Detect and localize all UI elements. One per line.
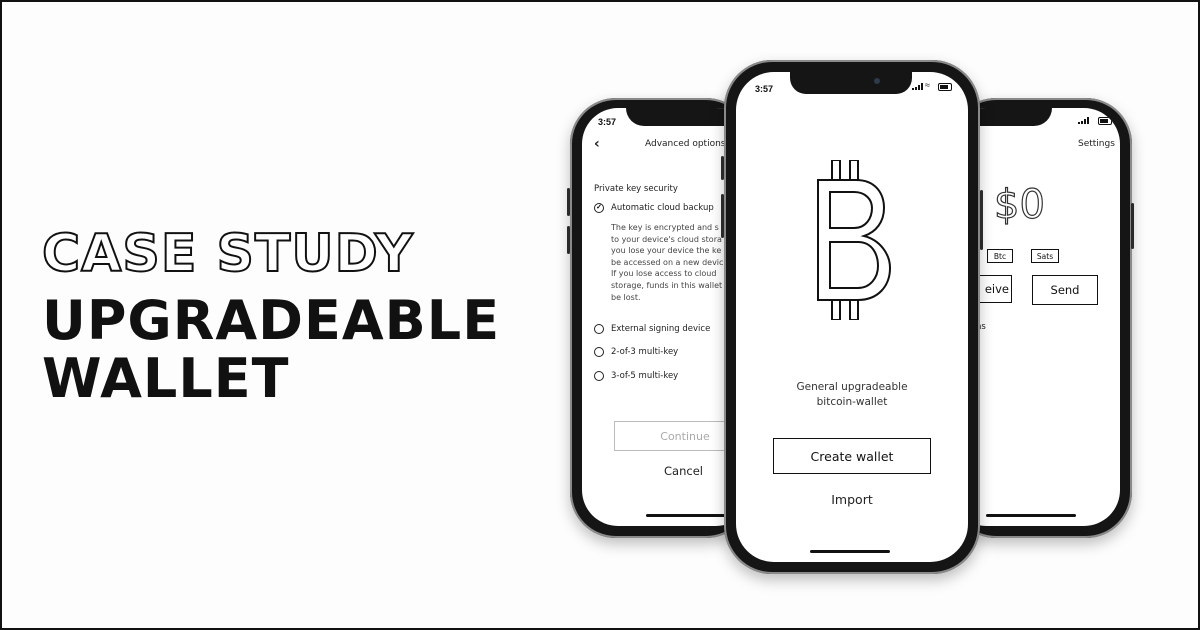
title-line-2: WALLET <box>42 347 290 410</box>
signal-icon <box>912 83 923 90</box>
section-label: Private key security <box>594 184 678 194</box>
radio-icon[interactable] <box>594 371 604 381</box>
option-label[interactable]: External signing device <box>611 324 710 334</box>
phone-side-button <box>980 190 983 250</box>
title-line-1: UPGRADEABLE <box>42 289 501 352</box>
option-label[interactable]: 2-of-3 multi-key <box>611 347 678 357</box>
battery-icon <box>1098 117 1112 125</box>
phone-side-button <box>567 226 570 254</box>
wifi-icon: ≈ <box>925 80 930 90</box>
phone-welcome: 3:57 ≈ General upgradeable bitcoin-walle… <box>721 60 983 574</box>
status-time: 3:57 <box>598 117 617 127</box>
send-button[interactable]: Send <box>1032 275 1098 305</box>
create-wallet-button[interactable]: Create wallet <box>773 438 931 474</box>
import-button[interactable]: Import <box>736 492 968 507</box>
phone-side-button <box>721 194 724 238</box>
phone-side-button <box>721 156 724 180</box>
option-label[interactable]: 3-of-5 multi-key <box>611 371 678 381</box>
radio-checked-icon[interactable]: ✓ <box>594 203 604 213</box>
page-title: UPGRADEABLE WALLET <box>42 292 500 408</box>
phone-notch <box>790 72 912 94</box>
home-indicator <box>986 514 1076 517</box>
option-label[interactable]: Automatic cloud backup <box>611 203 714 213</box>
phone-screen: 3:57 ≈ General upgradeable bitcoin-walle… <box>736 72 968 562</box>
signal-icon <box>1078 117 1089 124</box>
back-chevron-icon[interactable]: ‹ <box>594 136 600 152</box>
tagline: General upgradeable bitcoin-wallet <box>796 381 908 408</box>
phone-side-button <box>567 188 570 216</box>
banner: CASE STUDY UPGRADEABLE WALLET 3:57 ‹ Adv… <box>0 0 1200 630</box>
case-study-label: CASE STUDY <box>41 223 414 285</box>
phone-side-button <box>1131 203 1134 249</box>
balance-amount: $0 <box>993 181 1045 228</box>
unit-btc-toggle[interactable]: Btc <box>987 249 1013 263</box>
home-indicator <box>810 550 890 553</box>
bitcoin-logo-icon <box>817 160 892 320</box>
front-camera-icon <box>874 78 880 84</box>
screen-title: Advanced options <box>645 139 726 149</box>
settings-link[interactable]: Settings <box>1078 139 1115 149</box>
cancel-button[interactable]: Cancel <box>664 464 703 478</box>
status-time: 3:57 <box>755 84 774 94</box>
battery-icon <box>938 83 952 91</box>
radio-icon[interactable] <box>594 324 604 334</box>
unit-sats-toggle[interactable]: Sats <box>1031 249 1059 263</box>
home-indicator <box>646 514 736 517</box>
radio-icon[interactable] <box>594 347 604 357</box>
option-description: The key is encrypted and s to your devic… <box>611 223 724 302</box>
